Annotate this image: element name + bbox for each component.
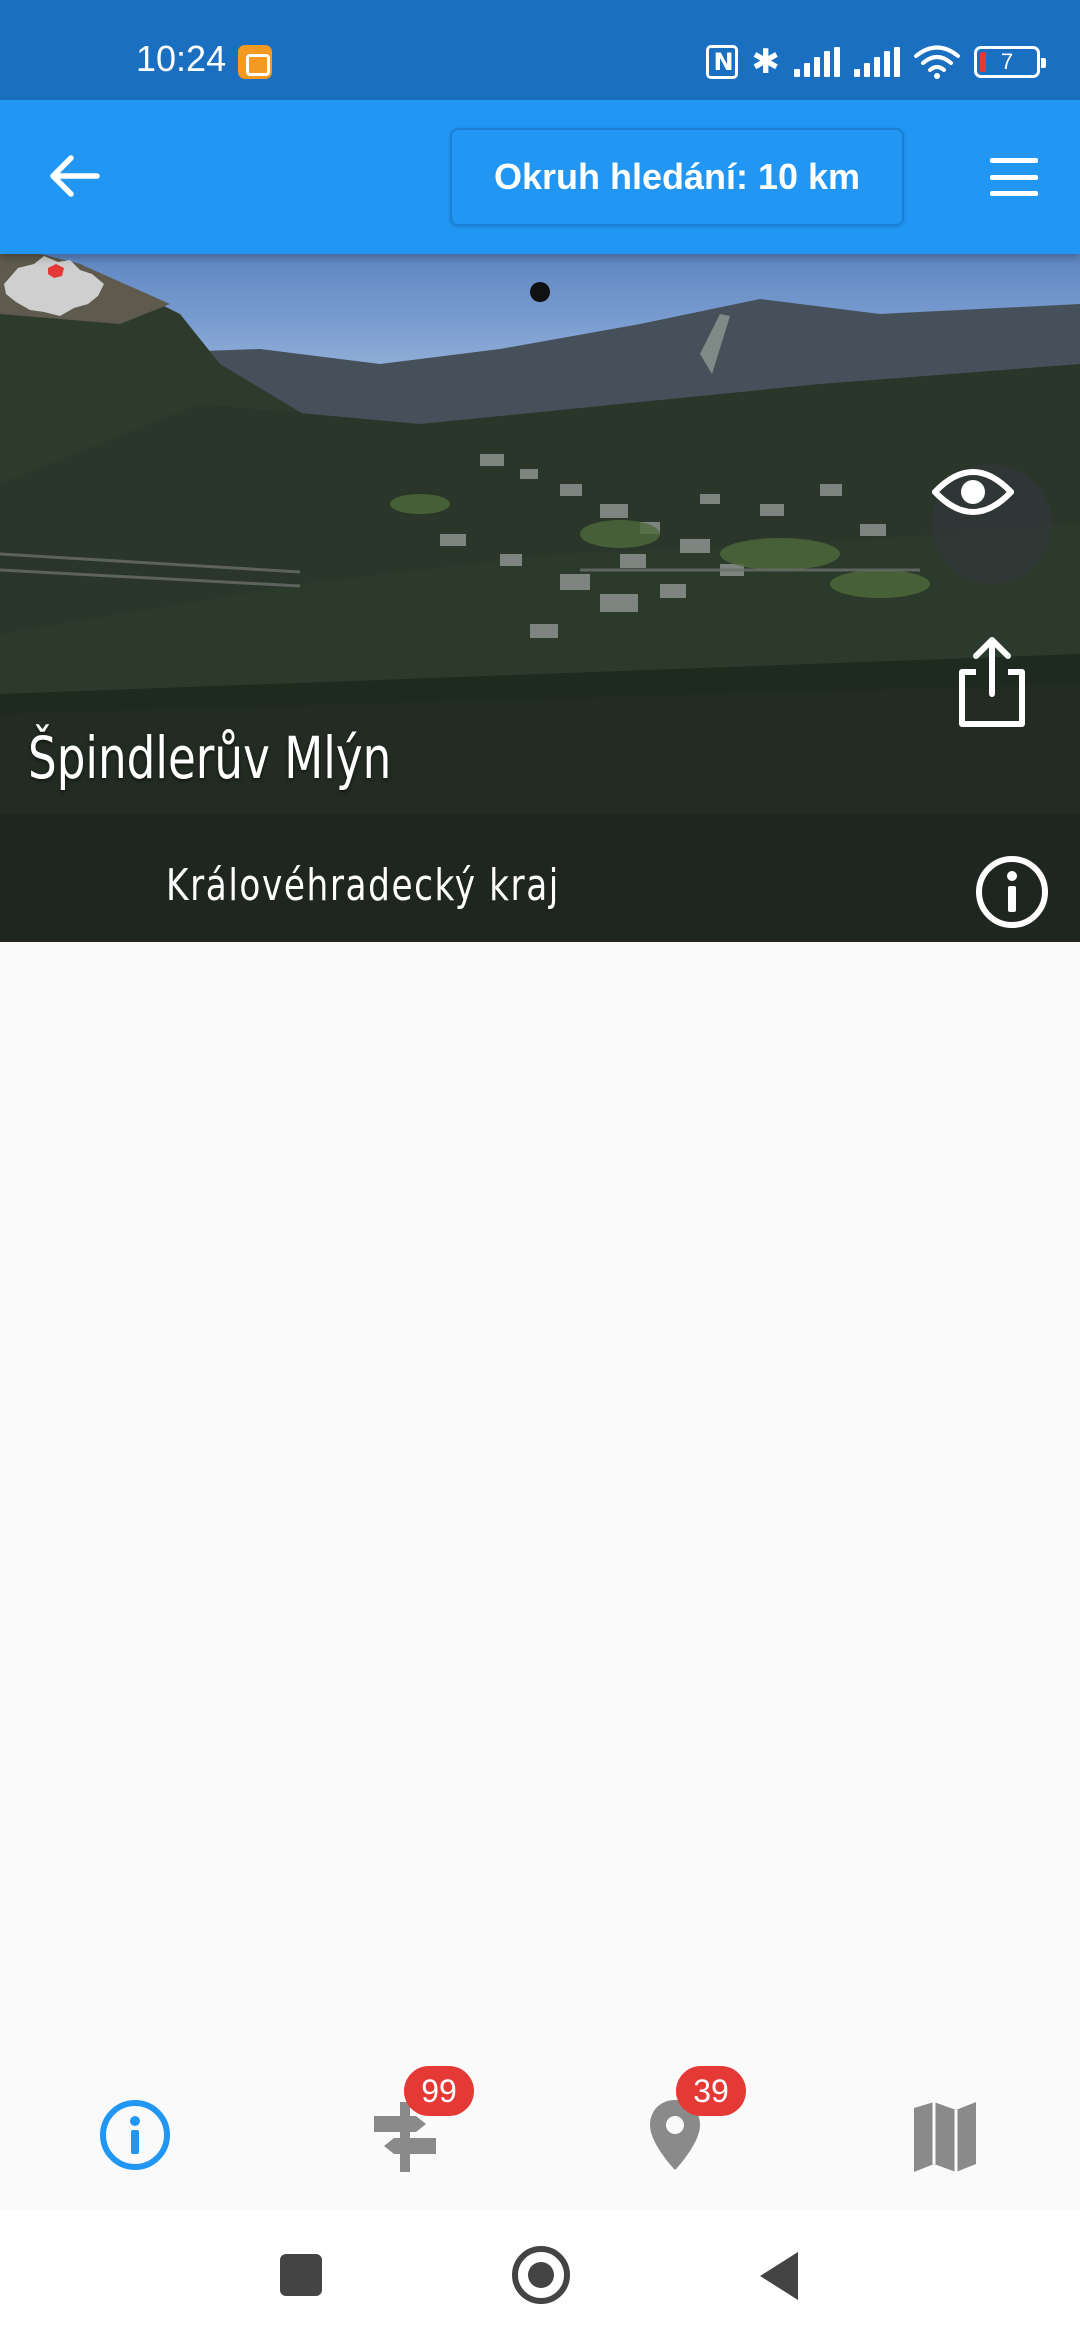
app-bar: Okruh hledání: 10 km	[0, 100, 1080, 254]
search-radius-label: Okruh hledání: 10 km	[493, 156, 861, 197]
search-radius-button[interactable]: Okruh hledání: 10 km	[450, 128, 904, 226]
info-icon	[100, 2100, 170, 2170]
info-icon	[976, 856, 1048, 928]
page-indicator-dot[interactable]	[530, 282, 550, 302]
map-icon	[914, 2102, 976, 2172]
back-button[interactable]	[40, 146, 110, 206]
arrow-back-icon	[50, 155, 100, 197]
system-back-button[interactable]	[760, 2252, 798, 2300]
places-badge: 39	[676, 2066, 746, 2116]
share-icon	[959, 637, 1025, 727]
region-map-icon	[4, 256, 104, 316]
wifi-icon	[914, 45, 960, 79]
signal-icon	[854, 47, 900, 77]
home-button[interactable]	[512, 2246, 570, 2304]
bluetooth-icon: ✱	[751, 42, 781, 82]
eye-icon	[932, 469, 1014, 515]
signal-icon	[794, 47, 840, 77]
status-time: 10:24	[136, 38, 227, 79]
landscape-photo	[0, 254, 1080, 942]
place-title: Špindlerův Mlýn	[28, 724, 392, 792]
nfc-icon	[705, 45, 738, 79]
region-name: Královéhradecký kraj	[166, 860, 560, 911]
info-button[interactable]	[974, 854, 1050, 930]
app-notification-icon	[238, 45, 272, 79]
battery-icon: 7	[974, 46, 1046, 78]
status-icons: ✱ 7	[705, 40, 1046, 84]
share-button[interactable]	[950, 634, 1034, 730]
system-navigation-bar	[0, 2210, 1080, 2340]
status-bar: 10:24 ✱ 7	[0, 0, 1080, 100]
trails-badge: 99	[404, 2066, 474, 2116]
nav-item-info[interactable]	[80, 2080, 190, 2190]
battery-level: 7	[1000, 49, 1014, 74]
nav-item-map[interactable]	[890, 2080, 1000, 2190]
content-area	[0, 942, 1080, 2050]
nav-item-trails[interactable]: 99	[350, 2066, 474, 2190]
recent-apps-button[interactable]	[280, 2254, 322, 2296]
place-hero-image[interactable]: Špindlerův Mlýn Královéhradecký kraj	[0, 254, 1080, 942]
view-photo-button[interactable]	[932, 464, 1052, 584]
nav-item-places[interactable]: 39	[620, 2066, 746, 2190]
hamburger-menu-icon[interactable]	[984, 150, 1044, 204]
bottom-navigation: 99 39	[0, 2050, 1080, 2210]
